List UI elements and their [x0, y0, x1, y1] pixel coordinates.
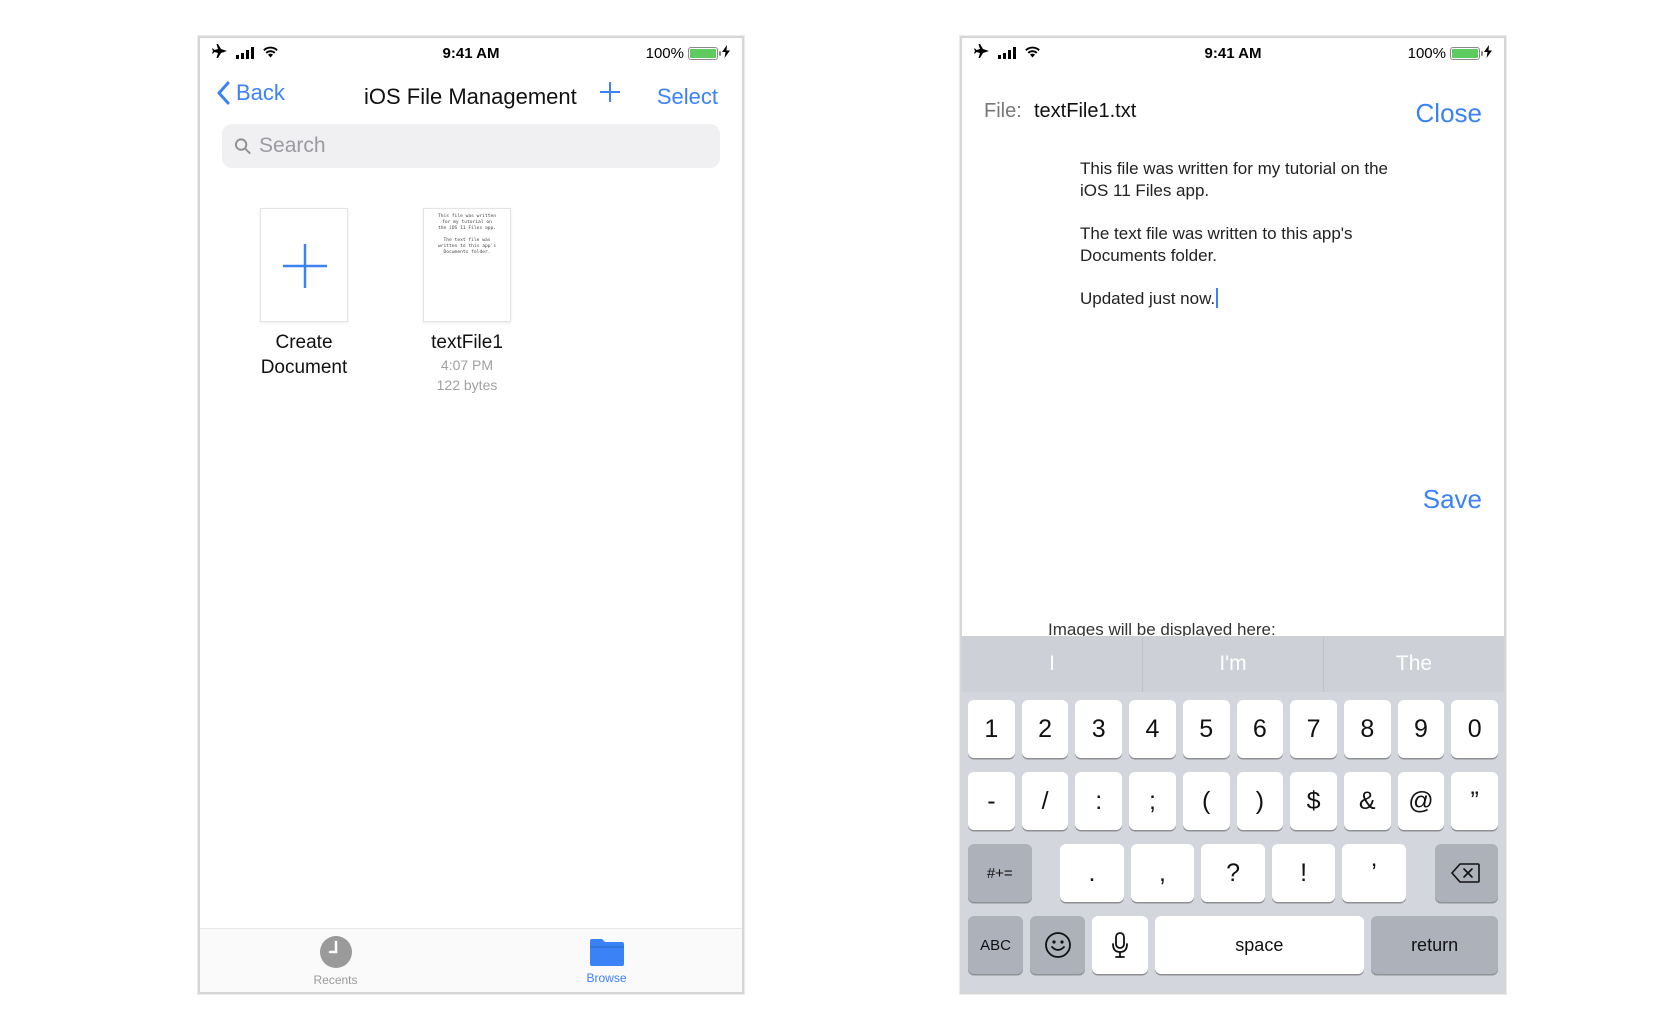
- create-document-label-line2: Document: [260, 357, 348, 378]
- text-editor[interactable]: This file was written for my tutorial on…: [1080, 158, 1390, 331]
- create-document-label-line1: Create: [275, 332, 333, 353]
- key-hyphen[interactable]: -: [968, 772, 1015, 830]
- file-modified-time: 4:07 PM: [440, 357, 494, 373]
- signal-icon: [998, 47, 1016, 59]
- file-name: textFile1.txt: [1034, 100, 1137, 122]
- key-ampersand[interactable]: &: [1343, 772, 1391, 830]
- battery-icon: [688, 46, 721, 60]
- plus-icon: [283, 244, 327, 288]
- key-close-paren[interactable]: ): [1236, 772, 1284, 830]
- microphone-icon: [1112, 932, 1128, 958]
- file-editor-screen: 9:41 AM 100% File: textFile1.txt Close T…: [960, 36, 1506, 994]
- key-1[interactable]: 1: [968, 700, 1015, 758]
- folder-icon: [589, 938, 624, 966]
- key-slash[interactable]: /: [1021, 772, 1069, 830]
- key-space[interactable]: space: [1154, 916, 1365, 974]
- keyboard: I I'm The 1 2 3 4 5 6 7 8 9 0 - / : ; ( …: [962, 636, 1504, 992]
- key-3[interactable]: 3: [1075, 700, 1123, 758]
- emoji-icon: [1044, 932, 1071, 958]
- wifi-icon: [262, 45, 279, 62]
- editor-paragraph: This file was written for my tutorial on…: [1080, 159, 1389, 200]
- key-row-bottom: ABC space return: [968, 916, 1499, 974]
- search-bar[interactable]: [222, 124, 720, 168]
- key-9[interactable]: 9: [1397, 700, 1445, 758]
- chevron-left-icon: [217, 81, 230, 105]
- create-document-tile[interactable]: [260, 208, 348, 322]
- file-thumbnail[interactable]: This file was written for my tutorial on…: [423, 208, 511, 322]
- key-open-paren[interactable]: (: [1182, 772, 1230, 830]
- airplane-icon: [974, 44, 990, 62]
- key-row-numbers: 1 2 3 4 5 6 7 8 9 0: [968, 700, 1499, 758]
- key-7[interactable]: 7: [1290, 700, 1337, 758]
- close-button[interactable]: Close: [1416, 98, 1482, 129]
- key-more-symbols[interactable]: #+=: [968, 844, 1032, 902]
- prediction-option[interactable]: The: [1324, 636, 1504, 692]
- tab-browse[interactable]: Browse: [471, 929, 742, 992]
- predictive-bar: I I'm The: [962, 636, 1504, 692]
- key-at[interactable]: @: [1397, 772, 1445, 830]
- text-cursor: [1216, 288, 1219, 308]
- signal-icon: [236, 47, 254, 59]
- airplane-icon: [212, 44, 228, 62]
- file-item-textfile1[interactable]: This file was written for my tutorial on…: [392, 208, 542, 395]
- battery-percent: 100%: [645, 44, 684, 62]
- file-size: 122 bytes: [436, 377, 498, 393]
- key-backspace[interactable]: [1434, 844, 1499, 902]
- editor-paragraph: Updated just now.: [1080, 289, 1216, 308]
- select-button[interactable]: Select: [657, 84, 718, 110]
- editor-paragraph: The text file was written to this app's …: [1080, 224, 1353, 265]
- key-emoji[interactable]: [1030, 916, 1086, 974]
- battery-percent: 100%: [1407, 44, 1446, 62]
- file-browser-screen: 9:41 AM 100% Back iOS File Management Se…: [198, 36, 744, 994]
- status-bar: 9:41 AM 100%: [200, 38, 742, 68]
- page-title: iOS File Management: [364, 84, 577, 109]
- charging-bolt-icon: [1484, 44, 1492, 62]
- key-6[interactable]: 6: [1236, 700, 1284, 758]
- search-input[interactable]: [259, 134, 708, 158]
- file-label: File:: [984, 100, 1022, 122]
- wifi-icon: [1024, 45, 1041, 62]
- key-comma[interactable]: ,: [1130, 844, 1195, 902]
- prediction-option[interactable]: I'm: [1143, 636, 1324, 692]
- key-quote[interactable]: ”: [1451, 772, 1499, 830]
- back-label: Back: [236, 80, 285, 105]
- key-row-symbols: - / : ; ( ) $ & @ ”: [968, 772, 1499, 830]
- search-icon: [234, 138, 251, 155]
- tab-recents-label: Recents: [313, 972, 358, 987]
- key-row-punctuation: #+= . , ? ! ’: [968, 844, 1499, 902]
- file-name-label: textFile1: [431, 332, 503, 353]
- tab-recents[interactable]: Recents: [200, 929, 471, 992]
- key-apostrophe[interactable]: ’: [1342, 844, 1406, 902]
- create-document-item[interactable]: Create Document: [229, 208, 379, 380]
- key-dollar[interactable]: $: [1290, 772, 1337, 830]
- key-5[interactable]: 5: [1182, 700, 1230, 758]
- key-0[interactable]: 0: [1451, 700, 1499, 758]
- file-preview-text: This file was written for my tutorial on…: [437, 214, 497, 255]
- tab-bar: Recents Browse: [200, 928, 742, 992]
- clock-icon: [319, 935, 352, 968]
- key-dictation[interactable]: [1092, 916, 1148, 974]
- status-bar: 9:41 AM 100%: [962, 38, 1504, 68]
- prediction-option[interactable]: I: [962, 636, 1143, 692]
- key-period[interactable]: .: [1060, 844, 1124, 902]
- key-colon[interactable]: :: [1075, 772, 1123, 830]
- add-button[interactable]: [598, 78, 622, 112]
- key-return[interactable]: return: [1371, 916, 1499, 974]
- tab-browse-label: Browse: [586, 970, 627, 985]
- key-question[interactable]: ?: [1201, 844, 1265, 902]
- key-4[interactable]: 4: [1129, 700, 1176, 758]
- key-abc[interactable]: ABC: [968, 916, 1024, 974]
- key-2[interactable]: 2: [1021, 700, 1069, 758]
- key-exclamation[interactable]: !: [1271, 844, 1336, 902]
- charging-bolt-icon: [722, 44, 730, 62]
- navigation-bar: Back iOS File Management Select: [200, 72, 742, 124]
- key-8[interactable]: 8: [1343, 700, 1391, 758]
- battery-icon: [1450, 46, 1483, 60]
- plus-icon: [600, 82, 620, 102]
- save-button[interactable]: Save: [1423, 484, 1482, 515]
- back-button[interactable]: Back: [216, 80, 285, 106]
- backspace-icon: [1451, 863, 1481, 883]
- key-semicolon[interactable]: ;: [1129, 772, 1176, 830]
